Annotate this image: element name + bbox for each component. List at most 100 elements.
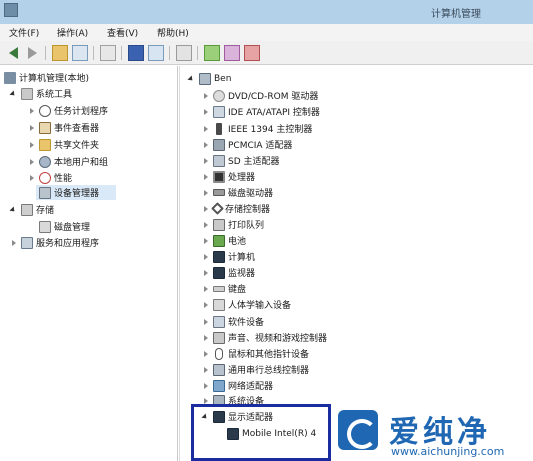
event-viewer-icon: [39, 121, 51, 134]
device-category-label: 鼠标和其他指针设备: [228, 350, 310, 360]
device-category-label: IEEE 1394 主控制器: [228, 125, 313, 135]
device-category-label: 计算机: [228, 253, 256, 263]
device-category-label: IDE ATA/ATAPI 控制器: [228, 108, 320, 118]
device-category-print-queue[interactable]: 打印队列: [202, 217, 264, 232]
expand-closed-icon[interactable]: [28, 158, 36, 166]
expand-closed-icon[interactable]: [202, 221, 210, 229]
expand-closed-icon[interactable]: [202, 301, 210, 309]
expand-open-icon[interactable]: [10, 206, 18, 214]
expand-closed-icon[interactable]: [202, 269, 210, 277]
expand-closed-icon[interactable]: [202, 125, 210, 133]
tree-item-computer-management[interactable]: 计算机管理(本地): [4, 70, 89, 85]
device-root[interactable]: Ben: [188, 71, 231, 86]
tree-item-event-viewer[interactable]: 事件查看器: [28, 120, 99, 135]
menu-action[interactable]: 操作(A): [57, 26, 88, 39]
expand-closed-icon[interactable]: [202, 350, 210, 358]
ide-controller-icon: [213, 105, 225, 118]
device-category-monitor[interactable]: 监视器: [202, 265, 255, 280]
tree-item-system-tools[interactable]: 系统工具: [10, 86, 72, 101]
tree-item-label: 任务计划程序: [54, 107, 109, 117]
disable-device-icon[interactable]: [244, 45, 260, 61]
expand-closed-icon[interactable]: [202, 318, 210, 326]
expand-open-icon[interactable]: [188, 75, 196, 83]
tree-item-disk-management[interactable]: 磁盘管理: [36, 219, 90, 234]
shared-folder-icon: [39, 138, 51, 151]
device-category-ieee1394[interactable]: IEEE 1394 主控制器: [202, 121, 312, 136]
mouse-icon: [215, 347, 223, 360]
computer-icon: [213, 250, 225, 263]
tree-item-shared-folders[interactable]: 共享文件夹: [28, 137, 99, 152]
expand-closed-icon[interactable]: [28, 141, 36, 149]
expand-closed-icon[interactable]: [202, 382, 210, 390]
help-icon[interactable]: [128, 45, 144, 61]
expand-closed-icon[interactable]: [202, 334, 210, 342]
device-category-usb[interactable]: 通用串行总线控制器: [202, 362, 309, 377]
uninstall-device-icon[interactable]: [224, 45, 240, 61]
tree-item-label: 存储: [36, 206, 55, 216]
tree-item-performance[interactable]: 性能: [28, 170, 72, 185]
device-category-sd[interactable]: SD 主适配器: [202, 153, 280, 168]
properties-icon[interactable]: [100, 45, 116, 61]
expand-open-icon[interactable]: [10, 90, 18, 98]
network-adapter-icon: [213, 379, 225, 392]
tree-item-services-apps[interactable]: 服务和应用程序: [10, 235, 99, 250]
expand-closed-icon[interactable]: [202, 253, 210, 261]
device-category-disk-drive[interactable]: 磁盘驱动器: [202, 185, 273, 200]
tree-item-label: 设备管理器: [54, 189, 100, 199]
expand-closed-icon[interactable]: [28, 107, 36, 115]
device-category-mouse[interactable]: 鼠标和其他指针设备: [202, 346, 309, 361]
device-category-ide[interactable]: IDE ATA/ATAPI 控制器: [202, 104, 320, 119]
show-hide-tree-icon[interactable]: [72, 45, 88, 61]
expand-closed-icon[interactable]: [10, 239, 18, 247]
scan-hardware-icon[interactable]: [176, 45, 192, 61]
expand-closed-icon[interactable]: [202, 205, 210, 213]
app-icon: [4, 3, 18, 17]
device-category-processor[interactable]: 处理器: [202, 169, 255, 184]
device-category-label: 网络适配器: [228, 382, 274, 392]
device-category-computer[interactable]: 计算机: [202, 249, 255, 264]
menu-help[interactable]: 帮助(H): [157, 26, 189, 39]
expand-closed-icon[interactable]: [202, 157, 210, 165]
tree-item-device-manager[interactable]: 设备管理器: [36, 185, 116, 200]
device-category-software[interactable]: 软件设备: [202, 314, 264, 329]
expand-closed-icon[interactable]: [28, 124, 36, 132]
device-category-dvd[interactable]: DVD/CD-ROM 驱动器: [202, 88, 318, 103]
menu-file[interactable]: 文件(F): [9, 26, 39, 39]
device-category-label: 声音、视频和游戏控制器: [228, 334, 328, 344]
expand-closed-icon[interactable]: [202, 173, 210, 181]
device-category-label: SD 主适配器: [228, 157, 280, 167]
up-folder-icon[interactable]: [52, 45, 68, 61]
tree-item-task-scheduler[interactable]: 任务计划程序: [28, 103, 108, 118]
expand-closed-icon[interactable]: [28, 174, 36, 182]
device-category-network[interactable]: 网络适配器: [202, 378, 273, 393]
device-category-keyboard[interactable]: 键盘: [202, 281, 246, 296]
expand-closed-icon[interactable]: [202, 366, 210, 374]
menu-bar: 文件(F) 操作(A) 查看(V) 帮助(H): [0, 24, 533, 41]
device-category-pcmcia[interactable]: PCMCIA 适配器: [202, 137, 292, 152]
expand-closed-icon[interactable]: [202, 237, 210, 245]
expand-closed-icon[interactable]: [202, 189, 210, 197]
expand-closed-icon[interactable]: [202, 92, 210, 100]
back-icon[interactable]: [6, 45, 22, 61]
sd-adapter-icon: [213, 154, 225, 167]
toolbar-separator: [93, 46, 94, 60]
update-driver-icon[interactable]: [204, 45, 220, 61]
toolbar: [0, 41, 533, 65]
disk-drive-icon: [213, 189, 225, 196]
expand-closed-icon[interactable]: [202, 285, 210, 293]
device-category-hid[interactable]: 人体学输入设备: [202, 297, 291, 312]
forward-icon[interactable]: [24, 45, 40, 61]
expand-closed-icon[interactable]: [202, 108, 210, 116]
tree-item-storage[interactable]: 存储: [10, 202, 54, 217]
device-category-label: 打印队列: [228, 221, 265, 231]
expand-closed-icon[interactable]: [202, 141, 210, 149]
device-category-storage-controller[interactable]: 存储控制器: [202, 201, 270, 216]
monitor-icon: [213, 266, 225, 279]
device-category-battery[interactable]: 电池: [202, 233, 246, 248]
tree-item-local-users[interactable]: 本地用户和组: [28, 154, 108, 169]
device-category-sound[interactable]: 声音、视频和游戏控制器: [202, 330, 327, 345]
action-pane-icon[interactable]: [148, 45, 164, 61]
menu-view[interactable]: 查看(V): [107, 26, 138, 39]
disk-management-icon: [39, 220, 51, 233]
device-category-label: 键盘: [228, 285, 247, 295]
